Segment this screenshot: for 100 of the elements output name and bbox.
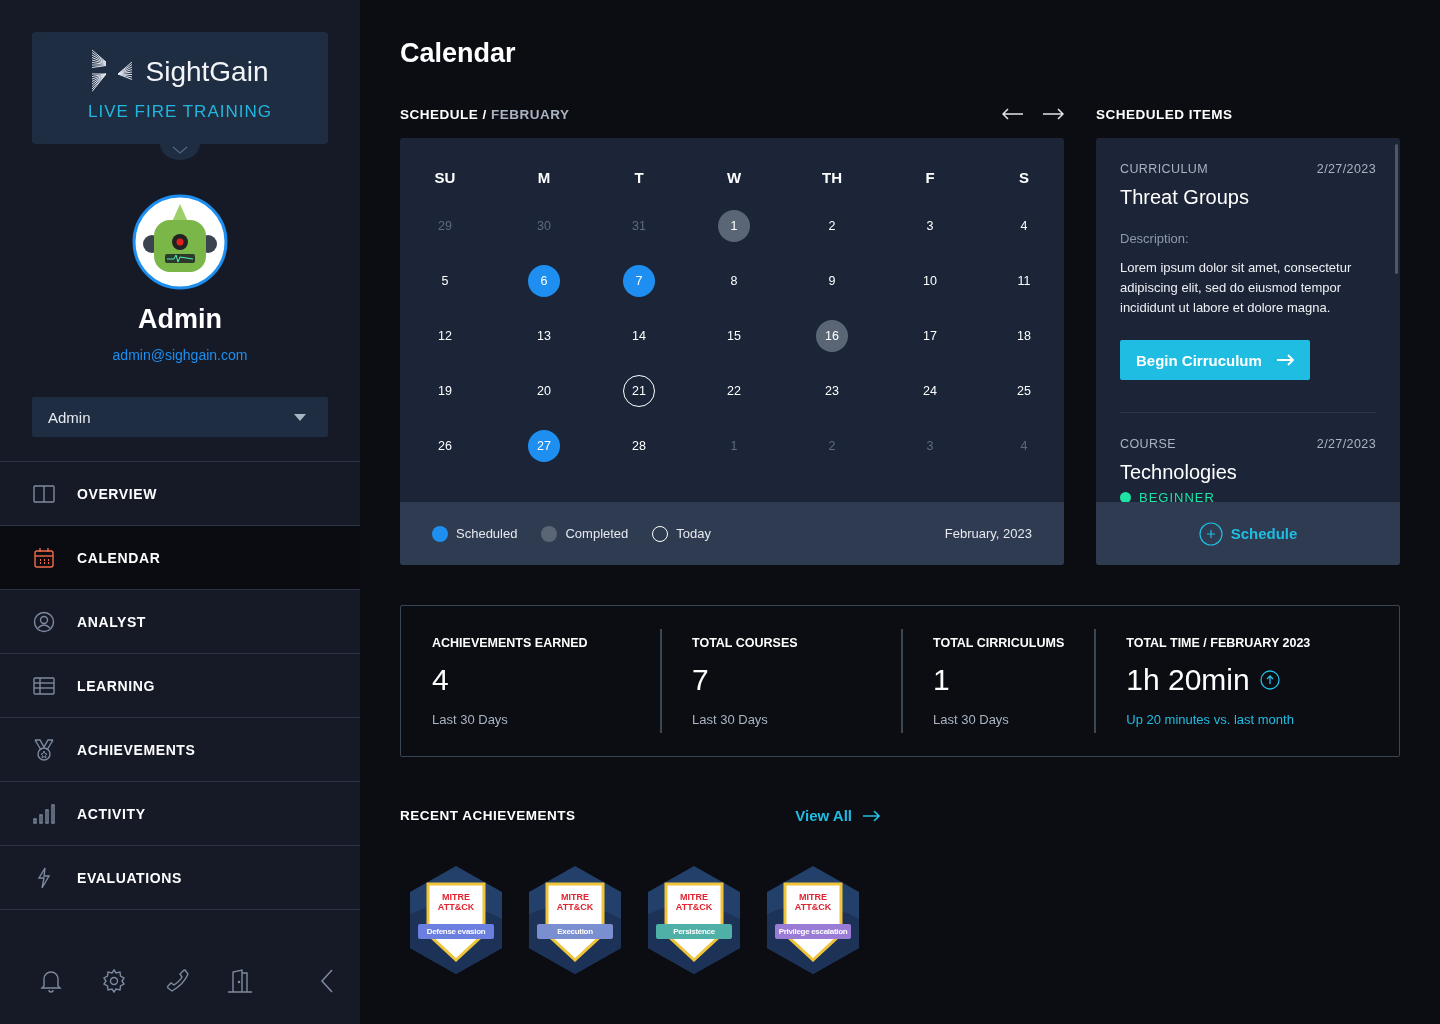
- badge-brand: MITRE ATT&CK: [793, 892, 833, 912]
- weekday-label: S: [1018, 168, 1030, 188]
- view-all-link[interactable]: View All: [795, 807, 880, 824]
- table-icon: [33, 674, 55, 697]
- calendar-day[interactable]: 25: [1008, 374, 1040, 407]
- stat-note: Last 30 Days: [432, 711, 509, 727]
- arrow-right-icon: [1275, 354, 1294, 366]
- section-title: RECENT ACHIEVEMENTS: [400, 808, 576, 823]
- phone-icon[interactable]: [164, 968, 190, 994]
- arrow-right-icon: [862, 809, 880, 822]
- calendar-day[interactable]: 20: [528, 374, 560, 407]
- calendar-day[interactable]: 9: [816, 264, 848, 297]
- calendar-day[interactable]: 8: [718, 264, 750, 297]
- calendar-day[interactable]: 14: [623, 319, 655, 352]
- arrow-left-icon[interactable]: [1002, 108, 1024, 120]
- item-title: Technologies: [1120, 461, 1238, 484]
- caret-icon: [294, 413, 306, 421]
- scrollbar[interactable]: [1395, 144, 1398, 274]
- month-label: February, 2023: [944, 526, 1032, 541]
- stat-value: 1: [933, 662, 950, 697]
- calendar-day[interactable]: 15: [718, 319, 750, 352]
- badge-brand: MITRE ATT&CK: [674, 892, 714, 912]
- badge-label: Privilege escalation: [775, 924, 851, 939]
- nav-item[interactable]: ACTIVITY: [0, 782, 360, 846]
- door-icon[interactable]: [227, 968, 253, 994]
- legend-label: Scheduled: [456, 526, 518, 541]
- calendar-day[interactable]: 23: [816, 374, 848, 407]
- item-type: CURRICULUM: [1120, 162, 1209, 176]
- stat-note: Up 20 minutes vs. last month: [1126, 711, 1295, 727]
- calendar-day[interactable]: 16: [816, 319, 848, 352]
- stat-note: Last 30 Days: [933, 711, 1010, 727]
- legend-label: Completed: [565, 526, 629, 541]
- calendar-day[interactable]: 28: [623, 429, 655, 462]
- weekday-label: TH: [821, 168, 843, 188]
- calendar-day[interactable]: 4: [1008, 209, 1040, 242]
- calendar-day[interactable]: 10: [914, 264, 946, 297]
- role-dropdown[interactable]: Admin: [32, 397, 328, 437]
- user-name: Admin: [138, 304, 222, 335]
- stat-value: 4: [432, 662, 449, 697]
- arrow-right-icon[interactable]: [1042, 108, 1064, 120]
- nav-item[interactable]: ANALYST: [0, 590, 360, 654]
- brand-name: SightGain: [145, 56, 269, 88]
- calendar-day[interactable]: 17: [914, 319, 946, 352]
- badge-label: Execution: [537, 924, 613, 939]
- item-type: COURSE: [1120, 437, 1176, 451]
- section-title: SCHEDULED ITEMS: [1096, 106, 1233, 122]
- weekday-label: T: [633, 168, 645, 188]
- chevron-down-icon[interactable]: [160, 144, 200, 160]
- item-title: Threat Groups: [1120, 186, 1250, 209]
- calendar-day[interactable]: 22: [718, 374, 750, 407]
- collapse-icon[interactable]: [320, 969, 334, 993]
- badge-label: Persistence: [656, 924, 732, 939]
- schedule-button[interactable]: Schedule: [1096, 502, 1400, 565]
- nav-item[interactable]: EVALUATIONS: [0, 846, 360, 910]
- nav-item[interactable]: ACHIEVEMENTS: [0, 718, 360, 782]
- bars-icon: [33, 802, 55, 825]
- calendar-day[interactable]: 26: [429, 429, 461, 462]
- stat-label: TOTAL COURSES: [692, 635, 799, 650]
- stat-label: ACHIEVEMENTS EARNED: [432, 635, 589, 650]
- calendar-day[interactable]: 1: [718, 209, 750, 242]
- bell-icon[interactable]: [38, 968, 64, 994]
- achievement-badge[interactable]: MITRE ATT&CK Execution: [527, 864, 623, 976]
- medal-icon: [33, 738, 55, 761]
- user-email[interactable]: admin@sighgain.com: [112, 347, 248, 363]
- calendar-day[interactable]: 12: [429, 319, 461, 352]
- achievement-badge[interactable]: MITRE ATT&CK Defense evasion: [408, 864, 504, 976]
- description-label: Description:: [1120, 231, 1190, 246]
- calendar-day[interactable]: 13: [528, 319, 560, 352]
- calendar-day[interactable]: 2: [816, 209, 848, 242]
- achievement-badge[interactable]: MITRE ATT&CK Persistence: [646, 864, 742, 976]
- calendar-day[interactable]: 24: [914, 374, 946, 407]
- badge-brand: MITRE ATT&CK: [555, 892, 595, 912]
- calendar-day[interactable]: 3: [914, 209, 946, 242]
- nav-item[interactable]: LEARNING: [0, 654, 360, 718]
- badge-brand: MITRE ATT&CK: [436, 892, 476, 912]
- section-title: SCHEDULE / FEBRUARY: [400, 106, 570, 122]
- brand-tagline: LIVE FIRE TRAINING: [88, 102, 272, 122]
- achievement-badge[interactable]: MITRE ATT&CK Privilege escalation: [765, 864, 861, 976]
- calendar-day[interactable]: 11: [1008, 264, 1040, 297]
- stat-note: Last 30 Days: [692, 711, 769, 727]
- item-date: 2/27/2023: [1316, 437, 1376, 451]
- stat-value: 1h 20min: [1126, 662, 1250, 697]
- weekday-label: F: [924, 168, 936, 188]
- panels-icon: [33, 482, 55, 505]
- page-title: Calendar: [400, 38, 517, 70]
- badge-label: Defense evasion: [418, 924, 494, 939]
- calendar-day[interactable]: 5: [429, 264, 461, 297]
- calendar-day[interactable]: 19: [429, 374, 461, 407]
- calendar-icon: [33, 546, 55, 569]
- plus-icon: [1198, 521, 1223, 546]
- calendar-day[interactable]: 18: [1008, 319, 1040, 352]
- arrow-up-icon: [1259, 669, 1280, 690]
- level-label: BEGINNER: [1139, 490, 1215, 502]
- item-date: 2/27/2023: [1316, 162, 1376, 176]
- stat-label: TOTAL TIME / FEBRUARY 2023: [1126, 635, 1311, 650]
- weekday-label: M: [536, 168, 552, 188]
- settings-icon[interactable]: [101, 968, 127, 994]
- item-description: Lorem ipsum dolor sit amet, consectetur adipiscing elit, sed do eiusmod tempor incididunt ut labore et dolore magna.: [1120, 259, 1353, 317]
- weekday-label: W: [725, 168, 743, 188]
- nav-item[interactable]: CALENDAR: [0, 526, 360, 590]
